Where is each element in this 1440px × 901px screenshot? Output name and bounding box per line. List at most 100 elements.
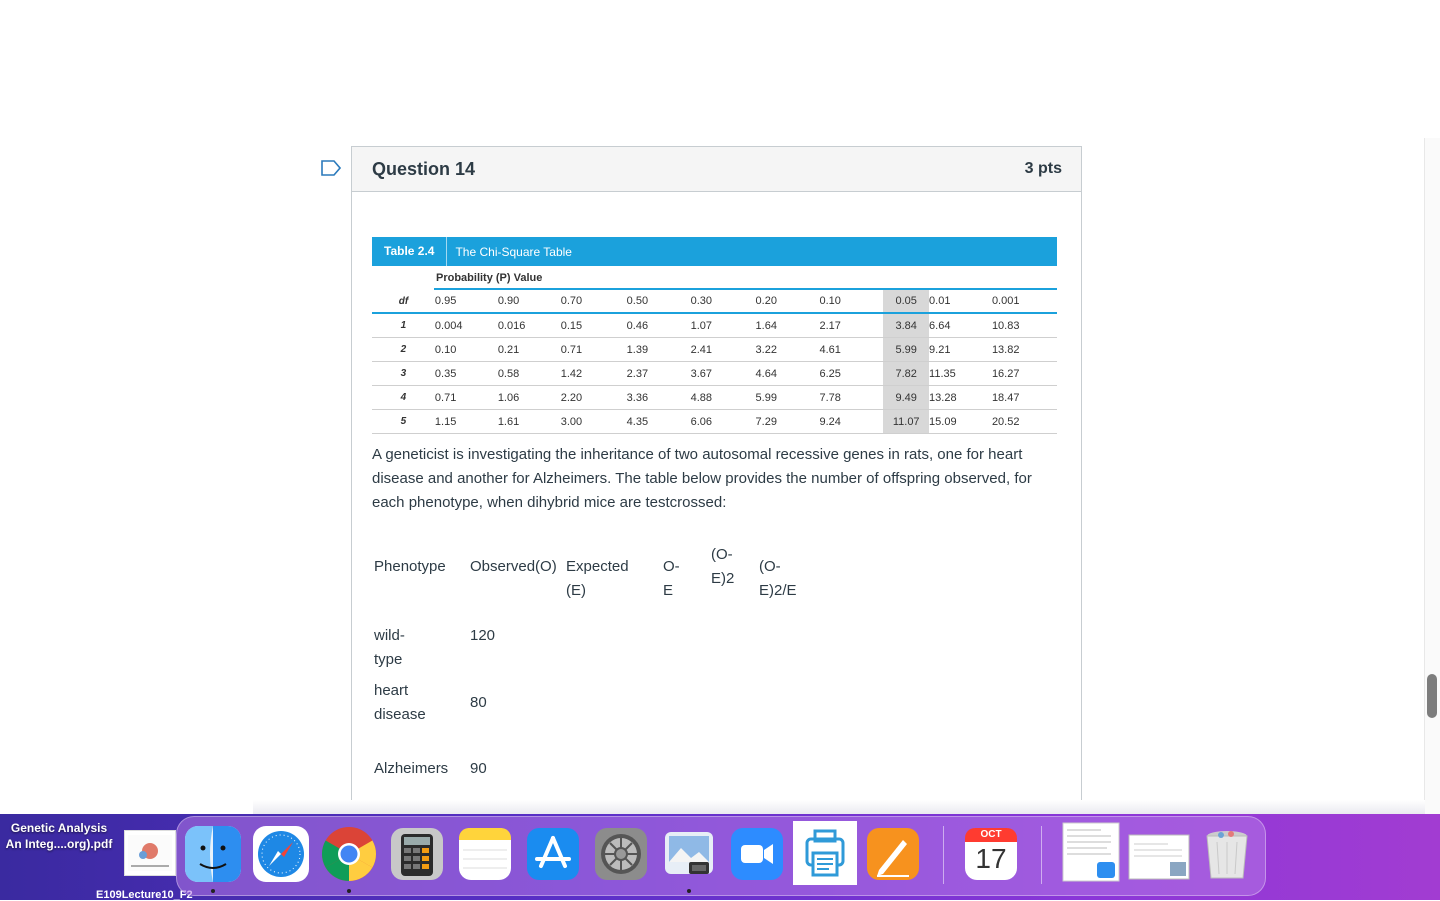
- chi-value-cell: 13.28: [929, 385, 992, 410]
- header-expected: Expected (E): [566, 558, 629, 599]
- chi-value-cell: 9.21: [929, 337, 992, 362]
- chi-value-cell: 2.41: [690, 337, 756, 362]
- finder-running-indicator: [211, 889, 215, 893]
- header-phenotype: Phenotype: [374, 558, 446, 575]
- question-card: Question 14 3 pts Table 2.4 The Chi-Squa…: [351, 146, 1082, 828]
- p-value-header: 0.50: [626, 290, 691, 314]
- chi-value-cell: 3.22: [755, 337, 820, 362]
- row-alzheimers-observed: 90: [470, 760, 487, 777]
- chi-value-cell: 5.99: [883, 337, 930, 362]
- notes-icon[interactable]: [457, 826, 513, 882]
- chi-value-cell: 1.06: [497, 385, 561, 410]
- chi-square-table-figure: Table 2.4 The Chi-Square Table Probabili…: [372, 237, 1057, 434]
- chi-value-cell: 3.36: [626, 385, 691, 410]
- chi-value-cell: 0.35: [434, 361, 498, 386]
- chi-value-cell: 13.82: [991, 337, 1057, 362]
- chi-value-cell: 7.29: [755, 409, 820, 434]
- p-value-header: 0.01: [929, 290, 992, 314]
- chi-square-table: df 0.95 0.90 0.70 0.50 0.30 0.20 0.10 0.05 0.01 0.…: [372, 290, 1057, 434]
- probability-heading: Probability (P) Value: [436, 272, 543, 284]
- chi-table-number: Table 2.4: [372, 237, 448, 266]
- trash-icon[interactable]: [1199, 826, 1255, 882]
- chi-value-cell: 1.61: [497, 409, 561, 434]
- chi-value-cell: 4.35: [626, 409, 691, 434]
- p-value-header: 0.05: [883, 290, 930, 314]
- desktop-pdf-thumbnail[interactable]: [124, 830, 176, 876]
- dock-shadow: [253, 800, 1425, 814]
- p-value-header: 0.10: [819, 290, 884, 314]
- p-value-header: 0.20: [755, 290, 820, 314]
- safari-icon[interactable]: [253, 826, 309, 882]
- row-heart-disease-phenotype-line2: disease: [374, 706, 426, 723]
- header-o-minus-e-squared-line1: (O-: [711, 546, 733, 563]
- flag-question-icon[interactable]: [321, 160, 342, 176]
- chi-value-cell: 3.84: [883, 313, 930, 338]
- df-cell: 5: [372, 409, 435, 434]
- calendar-icon[interactable]: OCT 17: [963, 826, 1019, 882]
- chi-value-cell: 0.46: [626, 313, 691, 338]
- chi-value-cell: 20.52: [991, 409, 1057, 434]
- chi-value-cell: 9.49: [883, 385, 930, 410]
- chi-value-cell: 1.15: [434, 409, 498, 434]
- chi-value-cell: 4.88: [690, 385, 756, 410]
- calculator-icon[interactable]: [389, 826, 445, 882]
- dock-separator-2: [1041, 826, 1042, 884]
- chi-value-cell: 9.24: [819, 409, 884, 434]
- chi-value-cell: 0.71: [434, 385, 498, 410]
- chi-value-cell: 2.37: [626, 361, 691, 386]
- printer-icon[interactable]: [793, 821, 857, 885]
- chi-value-cell: 16.27: [991, 361, 1057, 386]
- chi-value-cell: 0.016: [497, 313, 561, 338]
- zoom-icon[interactable]: [729, 826, 785, 882]
- header-chi-component: (O-E)2/E: [759, 558, 797, 599]
- app-store-icon[interactable]: [525, 826, 581, 882]
- chi-value-cell: 4.64: [755, 361, 820, 386]
- row-heart-disease-observed: 80: [470, 694, 487, 711]
- chi-value-cell: 3.00: [560, 409, 627, 434]
- chi-value-cell: 0.004: [434, 313, 498, 338]
- chi-value-cell: 1.07: [690, 313, 756, 338]
- chi-value-cell: 4.61: [819, 337, 884, 362]
- dock-separator: [943, 826, 944, 884]
- p-value-header: 0.95: [434, 290, 498, 314]
- chi-value-cell: 10.83: [991, 313, 1057, 338]
- chi-value-cell: 0.15: [560, 313, 627, 338]
- chi-table-row: 4 0.71 1.06 2.20 3.36 4.88 5.99 7.78 9.49 13.28 18…: [372, 385, 1057, 410]
- pages-icon[interactable]: [865, 826, 921, 882]
- question-title: Question 14: [372, 158, 476, 179]
- chi-table-row: 2 0.10 0.21 0.71 1.39 2.41 3.22 4.61 5.99 9.21 13.…: [372, 337, 1057, 362]
- chi-value-cell: 11.35: [929, 361, 992, 386]
- chi-value-cell: 6.06: [690, 409, 756, 434]
- chi-value-cell: 15.09: [929, 409, 992, 434]
- p-value-header: 0.001: [991, 290, 1057, 314]
- preview-running-indicator: [687, 889, 691, 893]
- desktop-file2-label[interactable]: E109Lecture10_F2: [96, 889, 193, 901]
- header-observed: Observed(O): [470, 558, 557, 575]
- finder-icon[interactable]: [185, 826, 241, 882]
- row-heart-disease-phenotype-line1: heart: [374, 682, 409, 699]
- page-scrollbar-thumb[interactable]: [1427, 674, 1437, 718]
- chi-table-banner: Table 2.4 The Chi-Square Table: [372, 237, 1057, 266]
- question-header: Question 14 3 pts: [352, 147, 1081, 192]
- row-alzheimers-phenotype: Alzheimers: [374, 760, 449, 777]
- preview-icon[interactable]: [661, 826, 717, 882]
- desktop-file-label[interactable]: Genetic Analysis An Integ....org).pdf: [0, 820, 118, 852]
- df-header: df: [372, 290, 435, 314]
- chrome-icon[interactable]: [321, 826, 377, 882]
- system-preferences-icon[interactable]: [593, 826, 649, 882]
- chi-value-cell: 1.39: [626, 337, 691, 362]
- document-icon[interactable]: [1061, 822, 1121, 882]
- row-wild-type-phenotype: wild-type: [374, 627, 405, 668]
- chi-table-row: 3 0.35 0.58 1.42 2.37 3.67 4.64 6.25 7.82 11.35 16…: [372, 361, 1057, 386]
- header-o-minus-e-squared-line2: E)2: [711, 570, 735, 587]
- screenshot-icon[interactable]: [1128, 834, 1190, 880]
- chi-header-row: df 0.95 0.90 0.70 0.50 0.30 0.20 0.10 0.05 0.01 0.…: [372, 290, 1057, 314]
- chi-value-cell: 0.58: [497, 361, 561, 386]
- chi-value-cell: 18.47: [991, 385, 1057, 410]
- chi-value-cell: 7.78: [819, 385, 884, 410]
- calendar-day: 17: [975, 843, 1007, 874]
- desktop-file-label-line2: An Integ....org).pdf: [5, 837, 113, 851]
- chi-value-cell: 6.25: [819, 361, 884, 386]
- chi-value-cell: 5.99: [755, 385, 820, 410]
- chi-table-row: 5 1.15 1.61 3.00 4.35 6.06 7.29 9.24 11.07 15.09 2…: [372, 409, 1057, 434]
